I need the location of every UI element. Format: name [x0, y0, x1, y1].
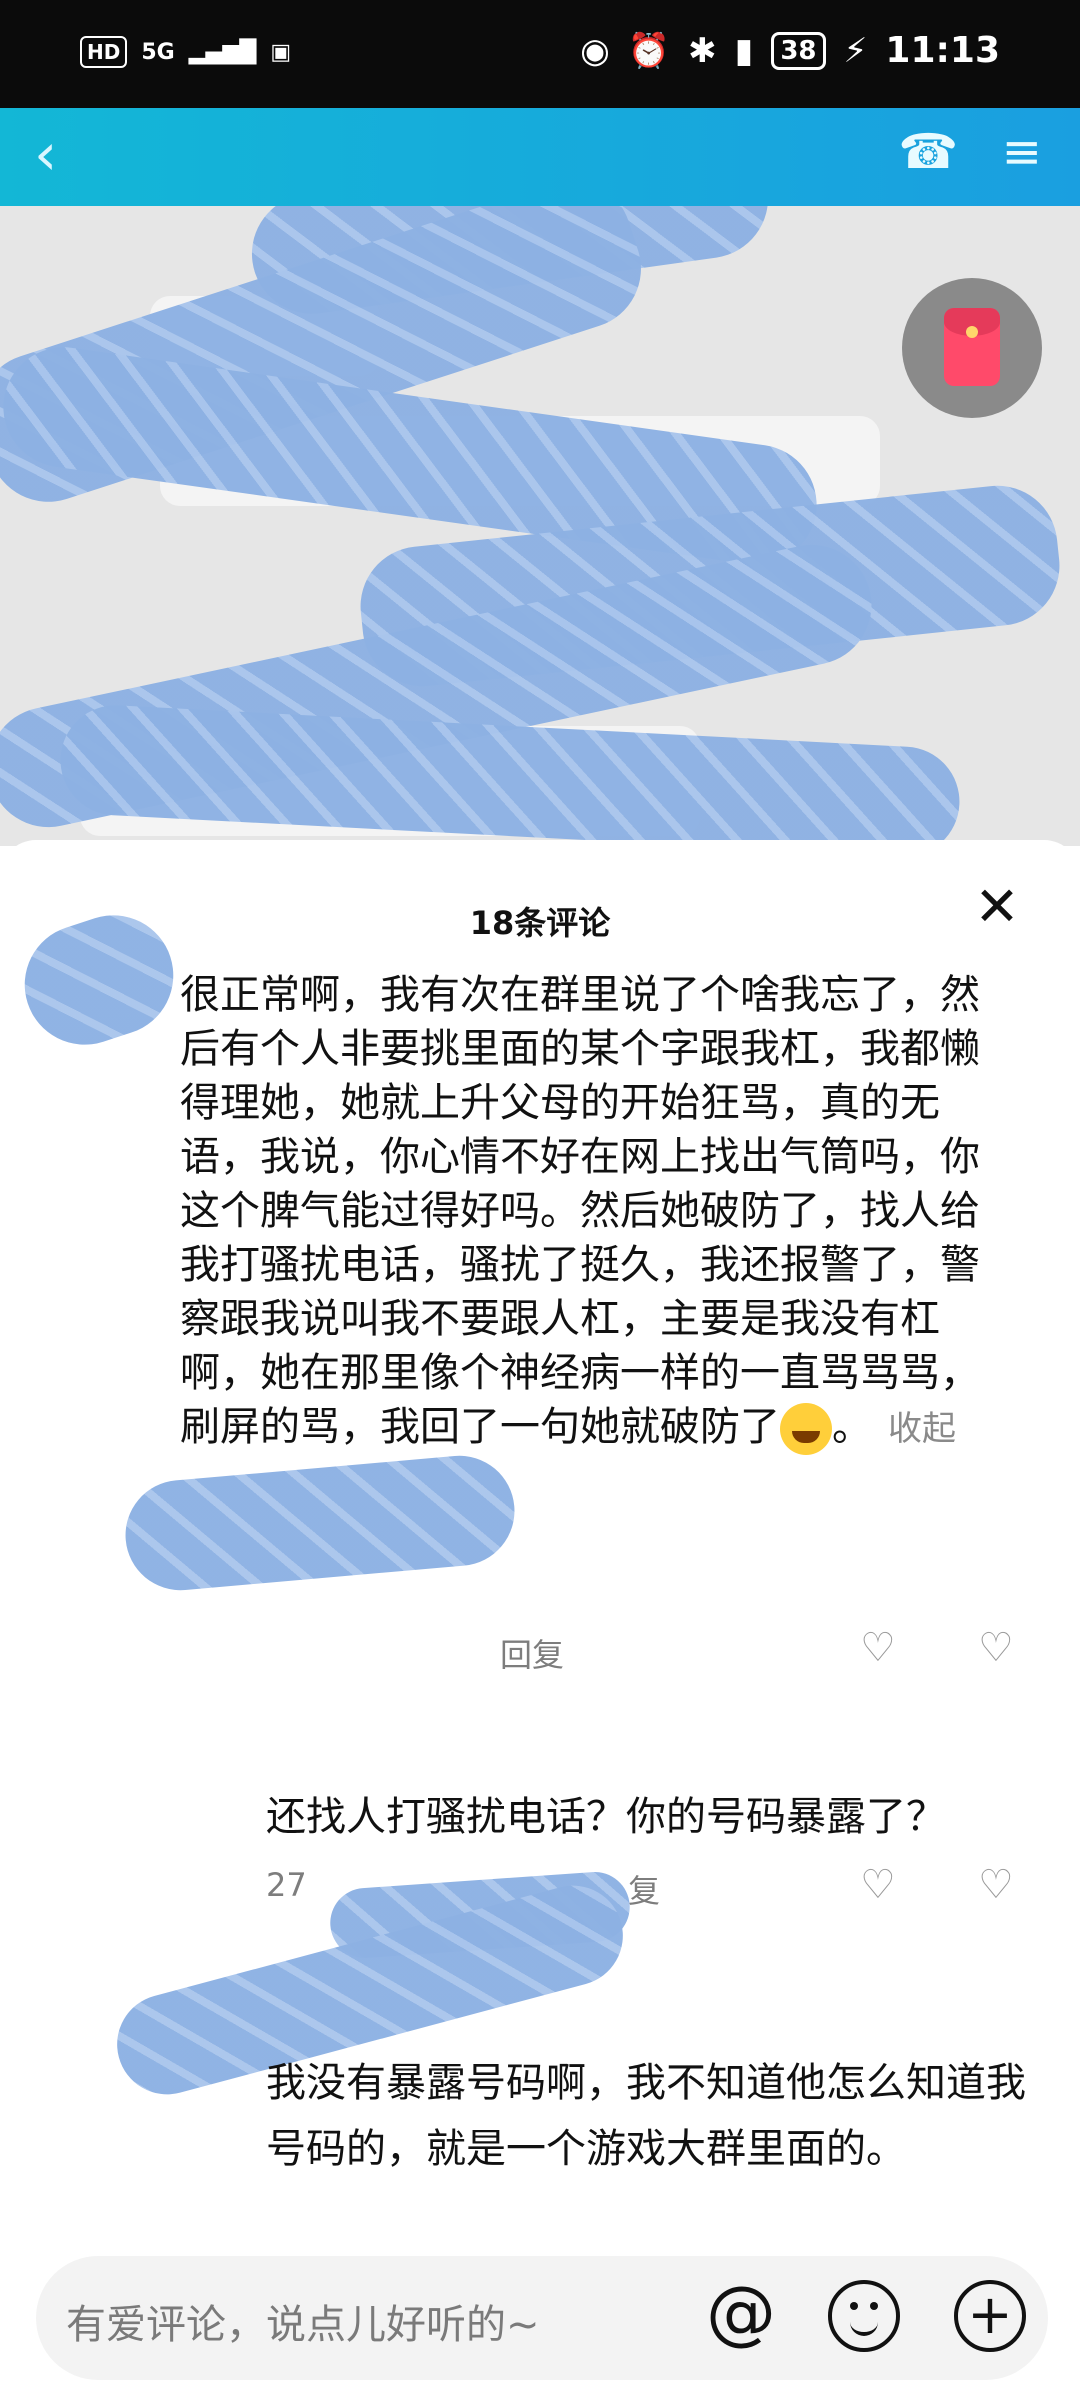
close-icon: ✕ [974, 875, 1020, 938]
comment-1: 很正常啊，我有次在群里说了个啥我忘了，然后有个人非要挑里面的某个字跟我杠，我都懒… [180, 968, 1015, 1456]
app-icon: ▣ [270, 39, 292, 65]
bluetooth-icon: ✱ [688, 30, 717, 71]
close-button[interactable]: ✕ [970, 880, 1024, 934]
call-button[interactable]: ☎ [898, 124, 958, 180]
like-icon[interactable]: ♡ [860, 1625, 896, 1671]
battery-indicator: 38 [771, 31, 826, 70]
redaction-scribble [120, 1451, 520, 1595]
avatar[interactable] [9, 899, 189, 1061]
comment-trailing: 。 [832, 1404, 872, 1450]
charging-icon: ⚡ [843, 30, 868, 71]
red-envelope-button[interactable] [902, 278, 1042, 418]
status-right: ◉ ⏰ ✱ ▮ 38 ⚡ 11:13 [580, 30, 1000, 71]
comment-text: 我没有暴露号码啊，我不知道他怎么知道我号码的，就是一个游戏大群里面的。 [266, 2060, 1026, 2172]
status-left: HD 5G ▂▄▆█ ▣ [80, 36, 291, 68]
add-button[interactable]: + [954, 2280, 1026, 2352]
menu-button[interactable]: ≡ [1002, 124, 1042, 180]
comments-sheet: 18条评论 ✕ 很正常啊，我有次在群里说了个啥我忘了，然后有个人非要挑里面的某个… [0, 840, 1080, 2400]
reply-button[interactable]: 回复 [500, 1630, 564, 1676]
phone-icon: ☎ [898, 124, 958, 180]
comment-input-bar[interactable]: 有爱评论，说点儿好听的~ @ + [36, 2256, 1048, 2380]
comment-text: 很正常啊，我有次在群里说了个啥我忘了，然后有个人非要挑里面的某个字跟我杠，我都懒… [180, 972, 980, 1450]
collapse-link[interactable]: 收起 [888, 1409, 956, 1449]
laughing-crying-emoji-icon [780, 1403, 832, 1455]
chevron-left-icon: ‹ [34, 120, 58, 188]
eye-icon: ◉ [580, 30, 610, 71]
alarm-icon: ⏰ [627, 30, 671, 71]
emoji-button[interactable] [828, 2280, 900, 2352]
comment-input[interactable]: 有爱评论，说点儿好听的~ [66, 2292, 540, 2350]
top-bar: ‹ ☎ ≡ [0, 108, 1080, 206]
signal-icon: ▂▄▆█ [188, 39, 257, 65]
dislike-icon[interactable]: ♡ [978, 1862, 1014, 1908]
redaction-scribble [9, 899, 189, 1061]
reply-button[interactable]: 复 [628, 1866, 660, 1912]
time-label: 11:13 [885, 30, 1000, 71]
network-label: 5G [141, 39, 175, 65]
status-bar: HD 5G ▂▄▆█ ▣ ◉ ⏰ ✱ ▮ 38 ⚡ 11:13 [0, 0, 1080, 108]
menu-icon: ≡ [1001, 124, 1042, 180]
back-button[interactable]: ‹ [34, 124, 94, 184]
hd-badge: HD [80, 36, 128, 68]
dislike-icon[interactable]: ♡ [978, 1625, 1014, 1671]
vibrate-icon: ▮ [734, 30, 754, 71]
comment-meta: 27 [266, 1866, 307, 1904]
like-icon[interactable]: ♡ [860, 1862, 896, 1908]
red-envelope-icon [944, 308, 1000, 386]
mention-button[interactable]: @ [706, 2276, 778, 2348]
comment-text: 还找人打骚扰电话？你的号码暴露了？ [266, 1794, 946, 1840]
comment-2: 还找人打骚扰电话？你的号码暴露了？ [266, 1790, 1036, 1844]
comment-3: 我没有暴露号码啊，我不知道他怎么知道我号码的，就是一个游戏大群里面的。 [266, 2050, 1036, 2182]
